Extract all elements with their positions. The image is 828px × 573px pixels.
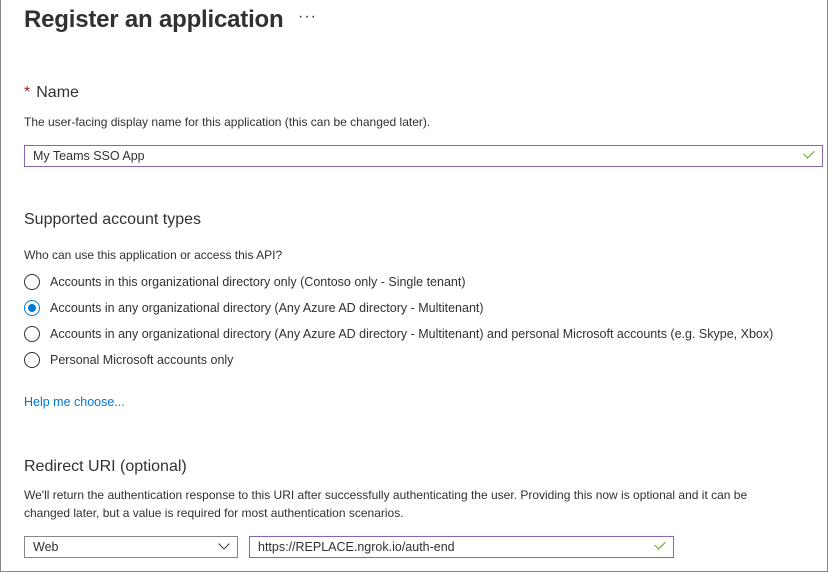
radio-label: Accounts in this organizational director… (50, 275, 466, 289)
name-label: Name (36, 84, 79, 101)
radio-button[interactable] (24, 326, 40, 342)
platform-select-value: Web (33, 540, 59, 554)
radio-label: Accounts in any organizational directory… (50, 327, 774, 341)
chevron-down-icon (218, 538, 230, 550)
more-options-button[interactable]: ··· (298, 8, 317, 26)
account-type-option-single-tenant[interactable]: Accounts in this organizational director… (24, 272, 466, 292)
name-input[interactable]: My Teams SSO App (24, 145, 823, 167)
account-types-question: Who can use this application or access t… (24, 248, 283, 262)
help-me-choose-link[interactable]: Help me choose... (24, 395, 125, 409)
page-title: Register an application (24, 6, 284, 33)
radio-button-selected[interactable] (24, 300, 40, 316)
name-section-title: * Name (24, 84, 79, 102)
redirect-uri-title: Redirect URI (optional) (24, 458, 187, 475)
required-marker: * (24, 84, 31, 101)
valid-check-icon (654, 538, 666, 550)
radio-label: Accounts in any organizational directory… (50, 301, 484, 315)
redirect-uri-input[interactable]: https://REPLACE.ngrok.io/auth-end (249, 536, 674, 558)
account-type-option-multitenant[interactable]: Accounts in any organizational directory… (24, 298, 484, 318)
redirect-uri-value: https://REPLACE.ngrok.io/auth-end (258, 540, 455, 554)
name-input-value: My Teams SSO App (33, 149, 145, 163)
account-type-option-personal-only[interactable]: Personal Microsoft accounts only (24, 350, 233, 370)
radio-label: Personal Microsoft accounts only (50, 353, 234, 367)
radio-button[interactable] (24, 274, 40, 290)
account-type-option-multitenant-personal[interactable]: Accounts in any organizational directory… (24, 324, 773, 344)
account-types-title: Supported account types (24, 211, 202, 228)
redirect-description-line-1: We'll return the authentication response… (24, 488, 748, 502)
redirect-description-line-2: changed later, but a value is required f… (24, 506, 404, 520)
platform-select[interactable]: Web (24, 536, 238, 558)
name-description: The user-facing display name for this ap… (24, 115, 431, 129)
radio-button[interactable] (24, 352, 40, 368)
valid-check-icon (803, 147, 815, 159)
